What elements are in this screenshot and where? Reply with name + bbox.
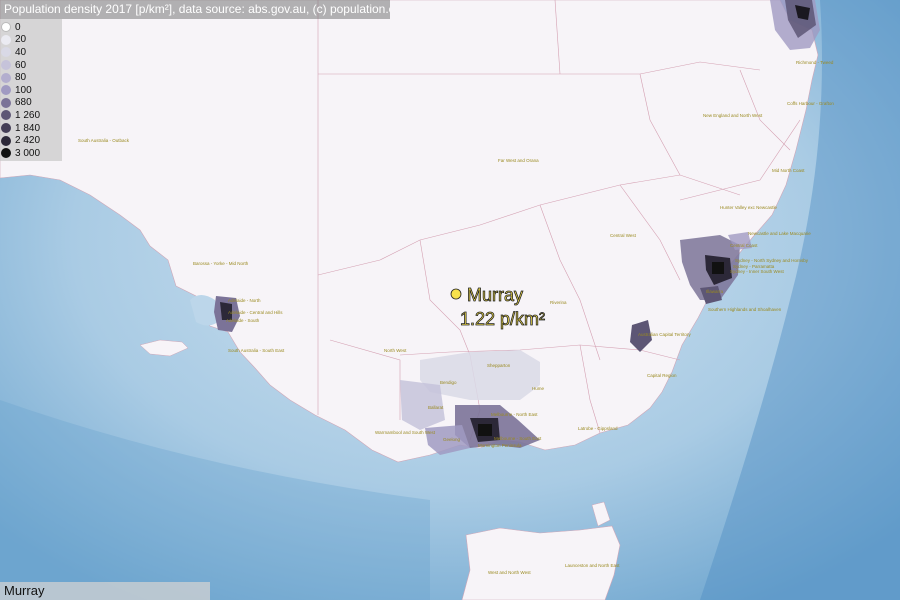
- legend-swatch: [1, 47, 11, 58]
- region-label: Australian Capital Territory: [638, 332, 691, 337]
- legend-label: 3 000: [15, 147, 41, 159]
- region-label: South Australia - South East: [228, 348, 285, 353]
- region-label: Mid North Coast: [772, 168, 805, 173]
- legend-item: 680: [0, 97, 62, 110]
- region-label: South Australia - Outback: [78, 138, 130, 143]
- legend-item: 2 420: [0, 134, 62, 147]
- legend-swatch: [1, 97, 11, 108]
- region-marker-icon[interactable]: [450, 288, 462, 300]
- region-label: Sydney - North Sydney and Hornsby: [735, 258, 809, 263]
- map-canvas[interactable]: South Australia - Outback Far West and O…: [0, 0, 900, 600]
- legend-label: 20: [15, 34, 27, 46]
- selected-region-bar: Murray: [0, 582, 210, 600]
- region-label: Hume: [532, 386, 545, 391]
- legend-item: 40: [0, 46, 62, 59]
- legend-swatch: [1, 72, 11, 83]
- region-label: Ballarat: [428, 405, 444, 410]
- region-label: Melbourne - North East: [491, 412, 538, 417]
- legend-label: 40: [15, 46, 27, 58]
- region-label: Newcastle and Lake Macquarie: [748, 231, 811, 236]
- region-label: Barossa - Yorke - Mid North: [193, 261, 249, 266]
- region-label: North West: [384, 348, 407, 353]
- legend-swatch: [1, 85, 11, 96]
- legend-item: 3 000: [0, 147, 62, 160]
- region-label: Geelong: [443, 437, 461, 442]
- legend-item: 20: [0, 34, 62, 47]
- legend-label: 1 840: [15, 122, 41, 134]
- region-label: Adelaide - North: [228, 298, 261, 303]
- region-label: Shepparton: [487, 363, 511, 368]
- region-label: Capital Region: [647, 373, 677, 378]
- region-label: Illawarra: [706, 289, 724, 294]
- region-label: Coffs Harbour - Grafton: [787, 101, 834, 106]
- legend-label: 680: [15, 97, 32, 109]
- region-label: Launceston and North East: [565, 563, 620, 568]
- legend-swatch: [1, 110, 11, 121]
- region-label: Melbourne - South East: [494, 436, 542, 441]
- legend-item: 80: [0, 71, 62, 84]
- legend-item: 60: [0, 59, 62, 72]
- region-label: Adelaide - Central and Hills: [228, 310, 283, 315]
- region-label: Latrobe - Gippsland: [578, 426, 618, 431]
- legend-swatch: [1, 22, 11, 33]
- legend-swatch: [1, 60, 11, 71]
- region-label: West and North West: [488, 570, 531, 575]
- region-label: Far West and Orana: [498, 158, 539, 163]
- legend-label: 100: [15, 84, 32, 96]
- legend-label: 80: [15, 72, 27, 84]
- region-label: Bendigo: [440, 380, 457, 385]
- region-label: Riverina: [550, 300, 567, 305]
- region-label: Central West: [610, 233, 637, 238]
- legend-label: 1 260: [15, 109, 41, 121]
- region-label: Richmond - Tweed: [796, 60, 834, 65]
- legend-label: 2 420: [15, 135, 41, 147]
- region-label: Central Coast: [730, 243, 758, 248]
- region-label: New England and North West: [703, 113, 763, 118]
- density-legend: 0 20 40 60 80 100 680 1 260 1 840 2 420 …: [0, 19, 62, 161]
- legend-swatch: [1, 123, 11, 134]
- callout-region-name: Murray: [467, 285, 523, 305]
- legend-item: 100: [0, 84, 62, 97]
- legend-swatch: [1, 135, 11, 146]
- legend-label: 60: [15, 59, 27, 71]
- map-title: Population density 2017 [p/km²], data so…: [0, 0, 390, 19]
- legend-swatch: [1, 34, 11, 45]
- region-label: Warrnambool and South West: [375, 430, 436, 435]
- legend-label: 0: [15, 21, 21, 33]
- region-label: Mornington Peninsula: [478, 443, 522, 448]
- region-label: Southern Highlands and Shoalhaven: [708, 307, 782, 312]
- region-label: Adelaide - South: [226, 318, 260, 323]
- callout-density-value: 1.22 p/km²: [460, 309, 545, 329]
- region-label: Hunter Valley exc Newcastle: [720, 205, 777, 210]
- legend-item: 0: [0, 21, 62, 34]
- legend-item: 1 840: [0, 122, 62, 135]
- legend-swatch: [1, 148, 11, 159]
- legend-item: 1 260: [0, 109, 62, 122]
- region-label: Sydney - Inner South West: [730, 269, 784, 274]
